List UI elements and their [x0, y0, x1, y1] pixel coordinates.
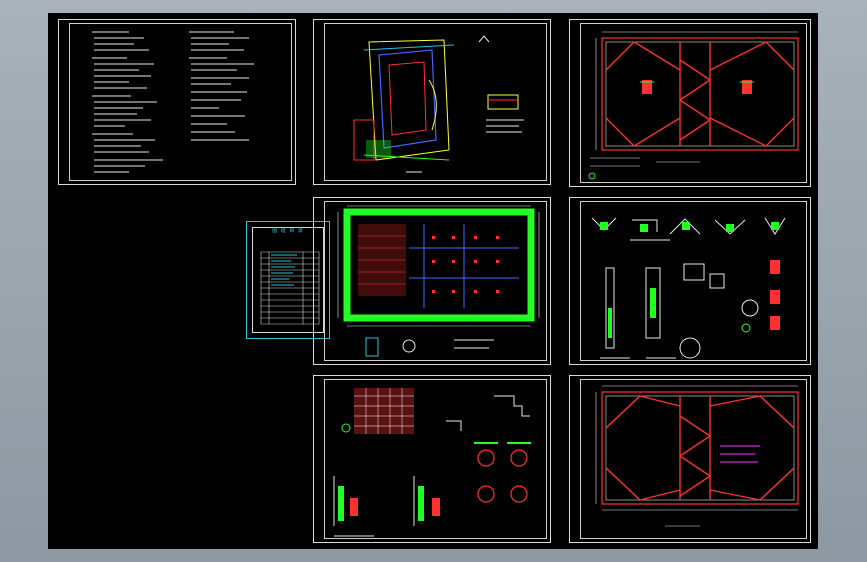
sheet-design-notes[interactable]	[58, 19, 296, 185]
support-plan-1-drawing	[588, 31, 799, 180]
design-notes-text-lines	[92, 31, 254, 173]
sheet-support-plan-2[interactable]	[569, 375, 811, 543]
site-plan-drawing	[353, 35, 524, 173]
sheet-section-details[interactable]	[313, 375, 551, 543]
support-plan-2-drawing	[595, 385, 799, 527]
sheet-site-plan[interactable]	[313, 19, 551, 185]
sheet-support-plan-1[interactable]	[569, 19, 811, 187]
node-details-drawing	[591, 217, 786, 359]
cad-model-space[interactable]: 图 纸 目 录	[48, 13, 818, 549]
section-details-drawing	[333, 388, 531, 537]
sheet-node-details[interactable]	[569, 197, 811, 365]
foundation-pit-plan-drawing	[337, 205, 540, 357]
sheet-foundation-pit-plan[interactable]	[313, 197, 551, 365]
